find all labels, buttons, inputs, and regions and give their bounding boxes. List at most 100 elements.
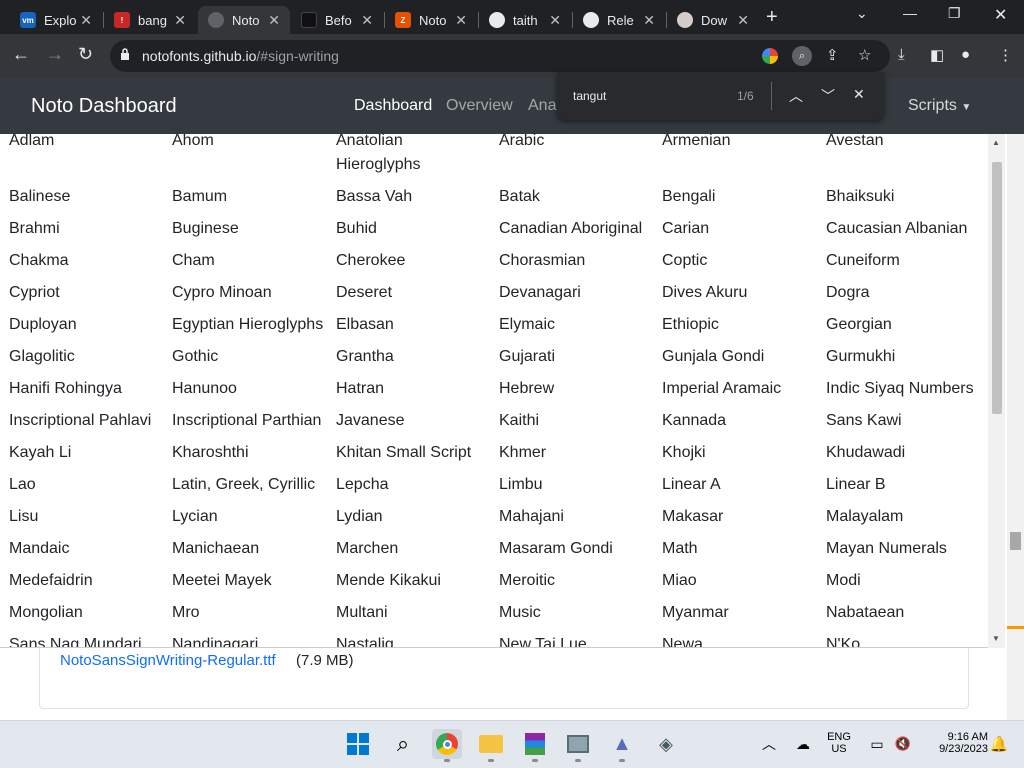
script-menu-item[interactable]: Newa bbox=[662, 636, 703, 647]
script-menu-item[interactable]: Hanunoo bbox=[172, 380, 237, 398]
onedrive-icon[interactable]: ☁ bbox=[788, 729, 818, 759]
menu-icon[interactable]: ⋮ bbox=[998, 46, 1013, 64]
app-icon-a[interactable]: ▲ bbox=[607, 729, 637, 762]
script-menu-item[interactable]: Javanese bbox=[336, 412, 405, 430]
close-icon[interactable]: ✕ bbox=[737, 12, 749, 29]
nav-analysis[interactable]: Anal bbox=[528, 97, 560, 115]
tab-2-active[interactable]: Noto ✕ bbox=[198, 6, 290, 34]
script-menu-item[interactable]: Medefaidrin bbox=[9, 572, 93, 590]
script-menu-item[interactable]: Mayan Numerals bbox=[826, 540, 947, 558]
page-scroll-thumb[interactable] bbox=[1010, 532, 1021, 550]
font-download-link[interactable]: NotoSansSignWriting-Regular.ttf bbox=[60, 652, 276, 669]
close-icon[interactable]: ✕ bbox=[361, 12, 373, 29]
script-menu-item[interactable]: Linear B bbox=[826, 476, 886, 494]
script-menu-item[interactable]: Khojki bbox=[662, 444, 706, 462]
tab-7[interactable]: Dow ✕ bbox=[667, 6, 759, 34]
tab-search-icon[interactable]: ⌄ bbox=[856, 5, 868, 22]
back-button[interactable]: ← bbox=[12, 44, 30, 65]
brand[interactable]: Noto Dashboard bbox=[31, 95, 177, 118]
script-menu-item[interactable]: Inscriptional Parthian bbox=[172, 412, 321, 430]
script-menu-item[interactable]: Mro bbox=[172, 604, 200, 622]
dropdown-scrollbar[interactable]: ▲ ▼ bbox=[988, 134, 1005, 648]
close-icon[interactable]: ✕ bbox=[549, 12, 561, 29]
search-icon[interactable]: ⌕ bbox=[388, 729, 418, 759]
script-menu-item[interactable]: Limbu bbox=[499, 476, 543, 494]
script-menu-item[interactable]: Hieroglyphs bbox=[336, 156, 420, 174]
script-menu-item[interactable]: Canadian Aboriginal bbox=[499, 220, 642, 238]
windows-start-icon[interactable] bbox=[343, 729, 373, 759]
find-input[interactable]: tangut bbox=[573, 89, 606, 103]
script-menu-item[interactable]: Lisu bbox=[9, 508, 38, 526]
page-scrollbar[interactable] bbox=[1007, 134, 1024, 720]
script-menu-item[interactable]: Meetei Mayek bbox=[172, 572, 272, 590]
script-menu-item[interactable]: Elbasan bbox=[336, 316, 394, 334]
script-menu-item[interactable]: Khudawadi bbox=[826, 444, 905, 462]
script-menu-item[interactable]: Arabic bbox=[499, 134, 544, 150]
script-menu-item[interactable]: Music bbox=[499, 604, 541, 622]
script-menu-item[interactable]: Caucasian Albanian bbox=[826, 220, 967, 238]
script-menu-item[interactable]: Kayah Li bbox=[9, 444, 71, 462]
script-menu-item[interactable]: Adlam bbox=[9, 134, 54, 150]
script-menu-item[interactable]: Hanifi Rohingya bbox=[9, 380, 122, 398]
script-menu-item[interactable]: Bengali bbox=[662, 188, 715, 206]
script-menu-item[interactable]: Indic Siyaq Numbers bbox=[826, 380, 974, 398]
script-menu-item[interactable]: Lycian bbox=[172, 508, 218, 526]
script-menu-item[interactable]: Cham bbox=[172, 252, 215, 270]
script-menu-item[interactable]: Ahom bbox=[172, 134, 214, 150]
close-icon[interactable]: ✕ bbox=[174, 12, 186, 29]
clock[interactable]: 9:16 AM 9/23/2023 bbox=[918, 731, 988, 755]
script-menu-item[interactable]: Elymaic bbox=[499, 316, 555, 334]
script-menu-item[interactable]: Bhaiksuki bbox=[826, 188, 894, 206]
script-menu-item[interactable]: Anatolian bbox=[336, 134, 403, 150]
script-menu-item[interactable]: Kannada bbox=[662, 412, 726, 430]
script-menu-item[interactable]: Brahmi bbox=[9, 220, 60, 238]
script-menu-item[interactable]: Chorasmian bbox=[499, 252, 585, 270]
script-menu-item[interactable]: Modi bbox=[826, 572, 861, 590]
google-icon[interactable] bbox=[762, 48, 778, 64]
script-menu-item[interactable]: Linear A bbox=[662, 476, 721, 494]
script-menu-item[interactable]: Imperial Aramaic bbox=[662, 380, 781, 398]
script-menu-item[interactable]: Khitan Small Script bbox=[336, 444, 471, 462]
close-icon[interactable]: ✕ bbox=[268, 12, 280, 29]
script-menu-item[interactable]: Myanmar bbox=[662, 604, 729, 622]
script-menu-item[interactable]: N'Ko bbox=[826, 636, 860, 647]
script-menu-item[interactable]: Cherokee bbox=[336, 252, 405, 270]
script-menu-item[interactable]: Marchen bbox=[336, 540, 398, 558]
script-menu-item[interactable]: Hebrew bbox=[499, 380, 554, 398]
script-menu-item[interactable]: Multani bbox=[336, 604, 388, 622]
script-menu-item[interactable]: Deseret bbox=[336, 284, 392, 302]
script-menu-item[interactable]: Nastaliq bbox=[336, 636, 394, 647]
remote-desktop-icon[interactable] bbox=[563, 729, 593, 762]
script-menu-item[interactable]: Mende Kikakui bbox=[336, 572, 441, 590]
script-menu-item[interactable]: Lepcha bbox=[336, 476, 389, 494]
script-menu-item[interactable]: Math bbox=[662, 540, 698, 558]
bookmark-star-icon[interactable]: ☆ bbox=[858, 46, 871, 64]
script-menu-item[interactable]: Buginese bbox=[172, 220, 239, 238]
script-menu-item[interactable]: Sans Nag Mundari bbox=[9, 636, 142, 647]
script-menu-item[interactable]: Bamum bbox=[172, 188, 227, 206]
script-menu-item[interactable]: Dogra bbox=[826, 284, 870, 302]
tab-6[interactable]: Rele ✕ bbox=[573, 6, 665, 34]
script-menu-item[interactable]: Devanagari bbox=[499, 284, 581, 302]
find-next-button[interactable]: ﹀ bbox=[821, 86, 835, 106]
script-menu-item[interactable]: Makasar bbox=[662, 508, 723, 526]
find-close-button[interactable]: ✕ bbox=[853, 86, 865, 103]
tab-1[interactable]: ! bang ✕ bbox=[104, 6, 196, 34]
script-menu-item[interactable]: Coptic bbox=[662, 252, 707, 270]
script-menu-item[interactable]: Cuneiform bbox=[826, 252, 900, 270]
minimize-button[interactable]: — bbox=[903, 5, 917, 21]
scroll-down-arrow[interactable]: ▼ bbox=[992, 634, 1000, 643]
script-menu-item[interactable]: Gothic bbox=[172, 348, 218, 366]
script-menu-item[interactable]: Lao bbox=[9, 476, 36, 494]
script-menu-item[interactable]: Kharoshthi bbox=[172, 444, 249, 462]
notification-bell-icon[interactable]: 🔔 bbox=[984, 729, 1014, 759]
profile-icon[interactable]: ● bbox=[961, 46, 970, 63]
tab-5[interactable]: taith ✕ bbox=[479, 6, 571, 34]
script-menu-item[interactable]: Ethiopic bbox=[662, 316, 719, 334]
script-menu-item[interactable]: Duployan bbox=[9, 316, 77, 334]
script-menu-item[interactable]: Buhid bbox=[336, 220, 377, 238]
script-menu-item[interactable]: Kaithi bbox=[499, 412, 539, 430]
show-hidden-icons-button[interactable]: ︿ bbox=[754, 729, 784, 759]
nav-overview[interactable]: Overview bbox=[446, 97, 513, 115]
script-menu-item[interactable]: Cypriot bbox=[9, 284, 60, 302]
